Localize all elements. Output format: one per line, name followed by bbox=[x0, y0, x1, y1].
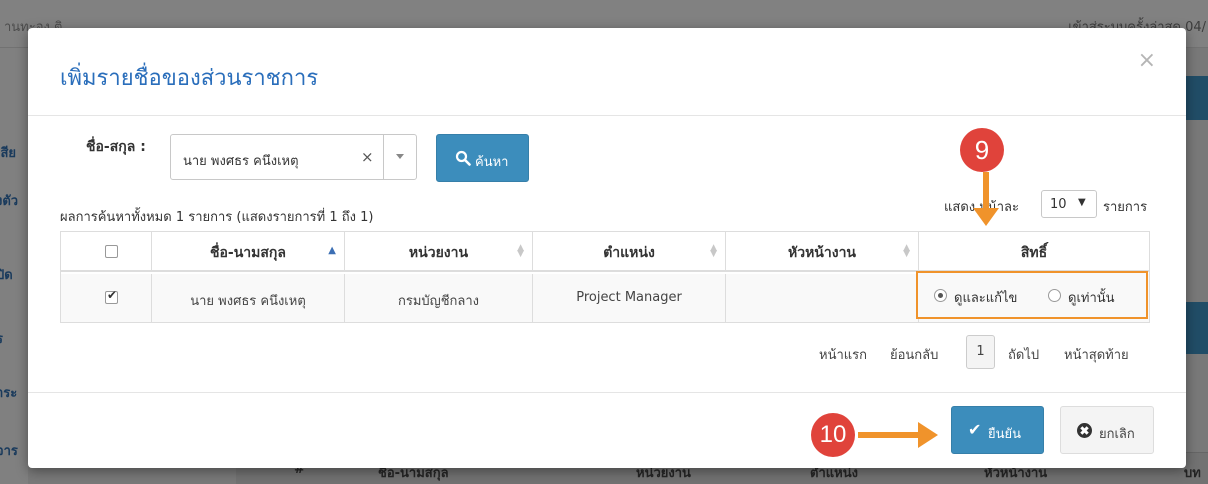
cancel-icon bbox=[1077, 423, 1092, 438]
name-search-label: ชื่อ-สกุล : bbox=[86, 139, 146, 155]
table-header-select-all bbox=[61, 232, 152, 272]
search-icon bbox=[455, 150, 471, 166]
table-cell-text: Project Manager bbox=[576, 290, 682, 305]
permission-view-radio[interactable] bbox=[1048, 289, 1061, 302]
pagination-next[interactable]: ถัดไป bbox=[1008, 344, 1039, 365]
permission-view-label[interactable]: ดูเท่านั้น bbox=[1068, 287, 1115, 308]
confirm-button[interactable]: ✔ ยืนยัน bbox=[951, 406, 1044, 454]
table-header-label: ชื่อ-นามสกุล bbox=[210, 245, 286, 261]
select-dropdown-toggle[interactable] bbox=[383, 135, 417, 179]
check-icon: ✔ bbox=[107, 288, 118, 302]
modal-title: เพิ่มรายชื่อของส่วนราชการ bbox=[60, 66, 319, 91]
sort-icon: ▲ ▼ bbox=[517, 243, 524, 259]
pagination-last[interactable]: หน้าสุดท้าย bbox=[1064, 344, 1129, 365]
check-icon: ✔ bbox=[968, 420, 982, 439]
add-member-modal: เพิ่มรายชื่อของส่วนราชการ × ชื่อ-สกุล : … bbox=[28, 28, 1186, 468]
table-cell-supervisor bbox=[726, 274, 919, 322]
sort-ascending-icon: ▲ bbox=[328, 245, 336, 256]
step-10-arrow-head bbox=[918, 422, 938, 448]
search-button[interactable]: ค้นหา bbox=[436, 134, 529, 182]
page-length-value: 10 bbox=[1050, 197, 1067, 212]
permission-edit-label[interactable]: ดูและแก้ไข bbox=[954, 287, 1017, 308]
close-icon[interactable]: × bbox=[1138, 50, 1156, 72]
table-cell-department: กรมบัญชีกลาง bbox=[345, 274, 533, 322]
pagination-current-page[interactable]: 1 bbox=[966, 335, 995, 369]
table-cell-text: นาย พงศธร คนึงเหตุ bbox=[190, 294, 306, 309]
cancel-button[interactable]: ยกเลิก bbox=[1060, 406, 1154, 454]
table-header-name[interactable]: ชื่อ-นามสกุล ▲ bbox=[152, 232, 345, 272]
cancel-button-label: ยกเลิก bbox=[1099, 427, 1135, 442]
step-9-arrow-head bbox=[973, 208, 999, 226]
confirm-button-label: ยืนยัน bbox=[988, 427, 1022, 442]
table-header-permission: สิทธิ์ bbox=[919, 232, 1149, 272]
sort-icon: ▲ ▼ bbox=[903, 243, 910, 259]
table-header-department[interactable]: หน่วยงาน ▲ ▼ bbox=[345, 232, 533, 272]
permission-highlight-box: ดูและแก้ไข ดูเท่านั้น bbox=[916, 271, 1148, 319]
step-10-arrow-shaft bbox=[858, 432, 920, 438]
pagination-prev[interactable]: ย้อนกลับ bbox=[890, 344, 938, 365]
page-length-suffix: รายการ bbox=[1103, 200, 1148, 215]
result-summary: ผลการค้นหาทั้งหมด 1 รายการ (แสดงรายการที… bbox=[60, 210, 374, 225]
pagination-first[interactable]: หน้าแรก bbox=[819, 344, 867, 365]
name-select[interactable]: นาย พงศธร คนึงเหตุ × bbox=[170, 134, 417, 180]
radio-selected-dot bbox=[938, 293, 943, 298]
modal-footer-divider bbox=[28, 392, 1186, 393]
page-length-select[interactable]: 10 ▼ bbox=[1041, 190, 1097, 218]
name-select-value: นาย พงศธร คนึงเหตุ bbox=[183, 154, 299, 169]
table-header-supervisor[interactable]: หัวหน้างาน ▲ ▼ bbox=[726, 232, 919, 272]
clear-selection-icon[interactable]: × bbox=[361, 148, 374, 166]
table-cell-position: Project Manager bbox=[533, 274, 726, 322]
step-9-badge: 9 bbox=[960, 128, 1004, 172]
table-cell-text: กรมบัญชีกลาง bbox=[397, 294, 480, 309]
table-header-label: ตำแหน่ง bbox=[603, 245, 655, 261]
table-cell-name: นาย พงศธร คนึงเหตุ bbox=[152, 274, 345, 322]
step-9-arrow-shaft bbox=[983, 172, 989, 210]
select-all-checkbox[interactable] bbox=[105, 245, 118, 258]
permission-edit-radio[interactable] bbox=[934, 289, 947, 302]
step-10-badge: 10 bbox=[811, 413, 855, 457]
modal-header: เพิ่มรายชื่อของส่วนราชการ × bbox=[28, 28, 1186, 116]
sort-icon: ▲ ▼ bbox=[710, 243, 717, 259]
table-cell-select: ✔ bbox=[61, 274, 152, 322]
chevron-down-icon bbox=[396, 154, 404, 159]
search-button-label: ค้นหา bbox=[475, 155, 509, 170]
table-header-label: หัวหน้างาน bbox=[787, 245, 857, 261]
chevron-down-icon: ▼ bbox=[1078, 197, 1086, 208]
table-header-position[interactable]: ตำแหน่ง ▲ ▼ bbox=[533, 232, 726, 272]
table-header-label: สิทธิ์ bbox=[1020, 245, 1048, 261]
table-header-label: หน่วยงาน bbox=[408, 245, 469, 261]
row-select-checkbox[interactable]: ✔ bbox=[105, 288, 118, 304]
